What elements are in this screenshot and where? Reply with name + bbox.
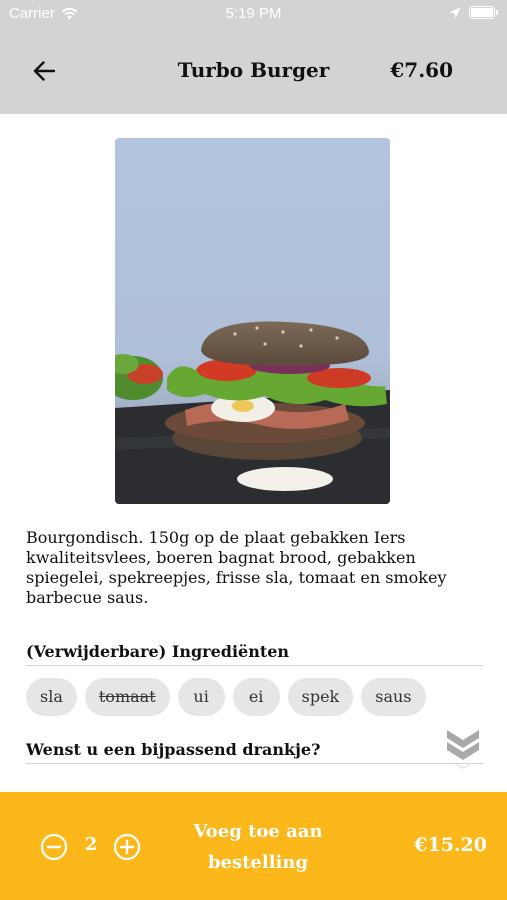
battery-icon: [469, 6, 498, 19]
add-to-order-button[interactable]: Voeg toe aan bestelling: [168, 816, 348, 878]
product-image: [115, 138, 390, 504]
add-to-order-label-line1: Voeg toe aan: [193, 821, 323, 842]
ingredient-chip-sla[interactable]: sla: [26, 678, 77, 716]
top-navigation-bar: Turbo Burger €7.60: [0, 28, 507, 114]
ingredient-chip-ei[interactable]: ei: [232, 678, 280, 716]
ingredient-chip-spek[interactable]: spek: [287, 678, 354, 716]
status-time: 5:19 PM: [225, 5, 282, 22]
quantity-value: 2: [84, 834, 98, 855]
ingredients-heading: (Verwijderbare) Ingrediënten: [26, 642, 484, 666]
product-description: Bourgondisch. 150g op de plaat gebakken …: [26, 528, 447, 607]
plus-circle-icon: [113, 833, 141, 861]
status-right-group: [449, 6, 498, 19]
ingredient-chip-saus[interactable]: saus: [361, 678, 426, 716]
location-arrow-icon: [449, 7, 461, 18]
ingredient-chip-ui[interactable]: ui: [177, 678, 225, 716]
ingredient-chip-list: sla tomaat ui ei spek saus: [26, 678, 426, 716]
increase-quantity-button[interactable]: [113, 833, 141, 861]
ingredient-chip-tomaat[interactable]: tomaat: [84, 678, 170, 716]
scroll-down-button[interactable]: [445, 726, 481, 770]
order-bar: 2 Voeg toe aan bestelling €15.20: [0, 792, 507, 900]
decrease-quantity-button[interactable]: [40, 833, 68, 861]
add-to-order-label-line2: bestelling: [207, 852, 309, 873]
minus-circle-icon: [40, 833, 68, 861]
order-total: €15.20: [414, 834, 487, 856]
double-chevron-down-icon: [447, 730, 479, 770]
status-bar: Carrier 5:19 PM: [0, 0, 507, 28]
burger-photo-illustration: [115, 138, 390, 504]
drinks-heading: Wenst u een bijpassend drankje?: [26, 740, 484, 764]
product-price: €7.60: [390, 58, 453, 82]
